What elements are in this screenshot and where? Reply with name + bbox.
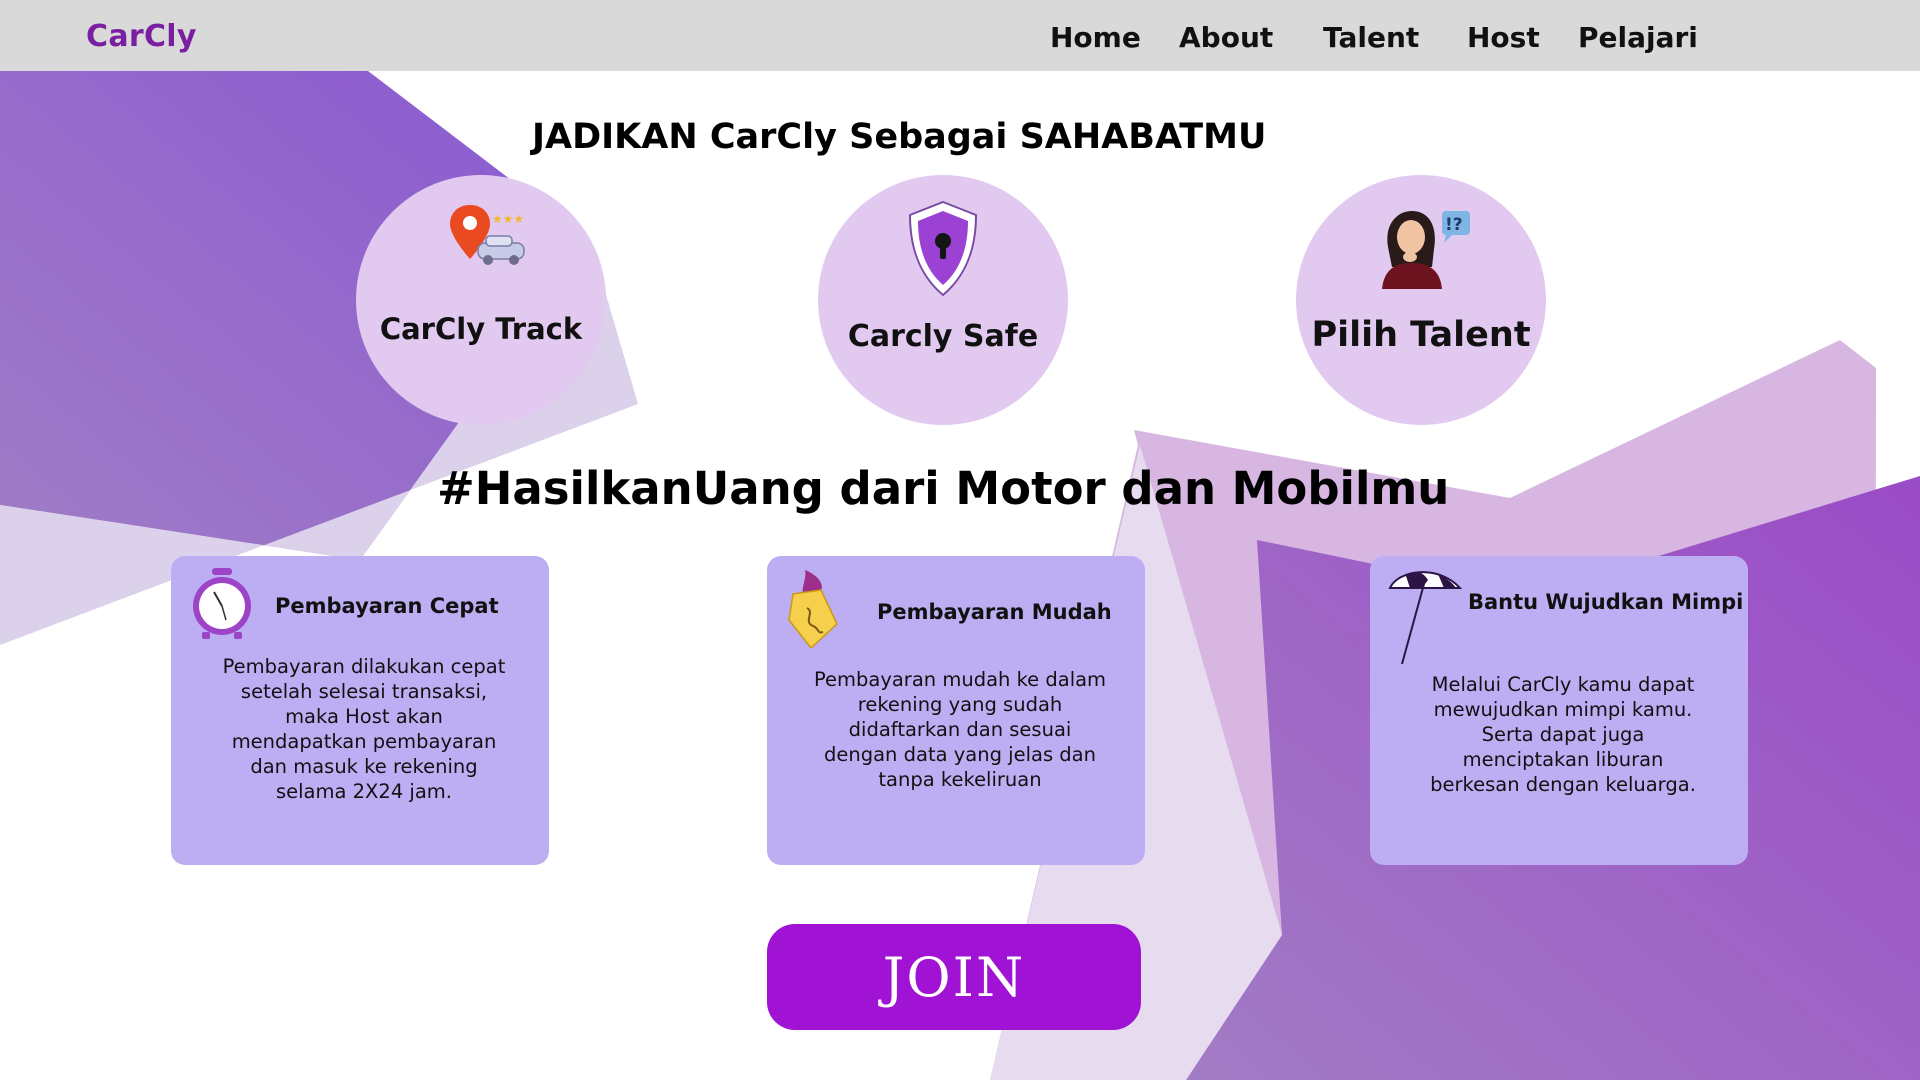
nav-host[interactable]: Host [1467,21,1540,54]
subheadline: #HasilkanUang dari Motor dan Mobilmu [437,462,1450,515]
feature-pilih-talent[interactable]: !? Pilih Talent [1296,175,1546,425]
location-pin-car-icon: ★★★ [450,205,525,265]
feature-label: CarCly Track [379,312,583,346]
headline: JADIKAN CarCly Sebagai SAHABATMU [532,117,1267,157]
svg-text:!?: !? [1445,215,1463,235]
money-note-icon [788,570,838,648]
thinking-woman-icon: !? [1382,211,1470,289]
nav-home[interactable]: Home [1050,21,1141,54]
background-shapes [0,71,1920,1080]
beach-umbrella-icon [1388,571,1462,665]
top-navbar: CarCly Home About Talent Host Pelajari [0,0,1920,71]
nav-about[interactable]: About [1179,21,1273,54]
card-title: Pembayaran Cepat [275,594,499,618]
brand-logo[interactable]: CarCly [86,19,197,54]
alarm-clock-icon [193,568,251,639]
feature-label: Carcly Safe [847,319,1039,354]
svg-text:★★★: ★★★ [492,212,524,226]
card-bantu-wujudkan-mimpi: Bantu Wujudkan Mimpi Melalui CarCly kamu… [1370,556,1748,865]
card-title: Bantu Wujudkan Mimpi [1468,590,1744,614]
card-body: Pembayaran mudah ke dalam rekening yang s… [813,668,1107,791]
card-body: Melalui CarCly kamu dapat mewujudkan mimp… [1430,673,1696,796]
feature-label: Pilih Talent [1311,315,1531,355]
shield-lock-icon [908,200,978,297]
feature-carcly-safe[interactable]: Carcly Safe [818,175,1068,425]
card-pembayaran-mudah: Pembayaran Mudah Pembayaran mudah ke dal… [767,556,1145,865]
nav-pelajari[interactable]: Pelajari [1578,21,1698,54]
card-pembayaran-cepat: Pembayaran Cepat Pembayaran dilakukan ce… [171,556,549,865]
card-body: Pembayaran dilakukan cepat setelah selesa… [222,655,506,803]
nav-talent[interactable]: Talent [1323,21,1419,54]
card-title: Pembayaran Mudah [877,600,1112,624]
join-button[interactable]: JOIN [767,924,1141,1030]
feature-carcly-track[interactable]: ★★★ CarCly Track [356,175,606,425]
